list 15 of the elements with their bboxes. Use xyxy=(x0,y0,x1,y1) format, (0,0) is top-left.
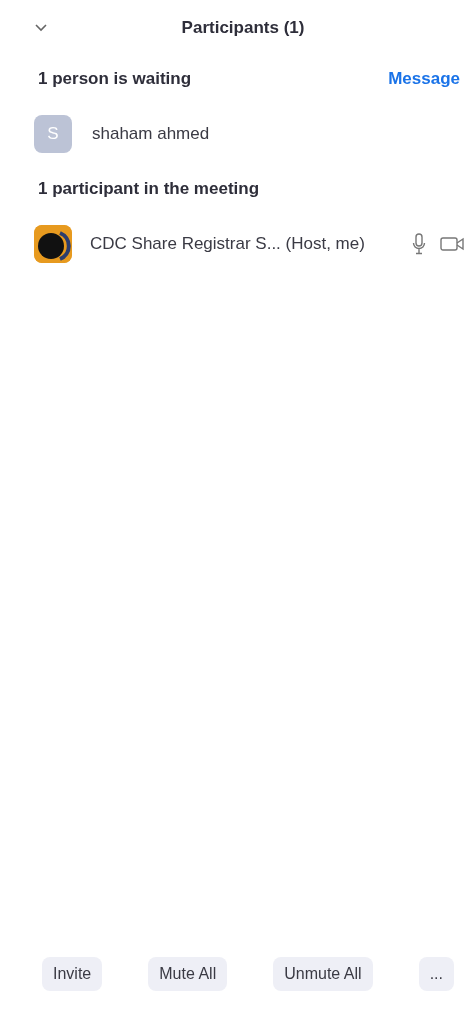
microphone-icon[interactable] xyxy=(412,233,426,255)
panel-title: Participants (1) xyxy=(180,18,306,38)
toolbar-button[interactable]: ... xyxy=(418,957,454,991)
video-camera-icon[interactable] xyxy=(440,236,466,252)
message-link[interactable]: Message xyxy=(388,69,460,89)
toolbar-button[interactable]: Mute All xyxy=(148,957,228,991)
meeting-heading: 1 participant in the meeting xyxy=(38,179,260,199)
chevron-down-icon[interactable] xyxy=(34,23,48,33)
avatar-initial: S xyxy=(34,115,72,153)
toolbar-button[interactable]: Invite xyxy=(42,957,103,991)
participant-name: shaham ahmed xyxy=(92,124,210,144)
toolbar-button[interactable]: Unmute All xyxy=(273,957,373,991)
avatar-image xyxy=(34,225,72,263)
waiting-heading: 1 person is waiting xyxy=(38,69,192,89)
participant-name: CDC Share Registrar S... (Host, me) xyxy=(90,234,365,254)
